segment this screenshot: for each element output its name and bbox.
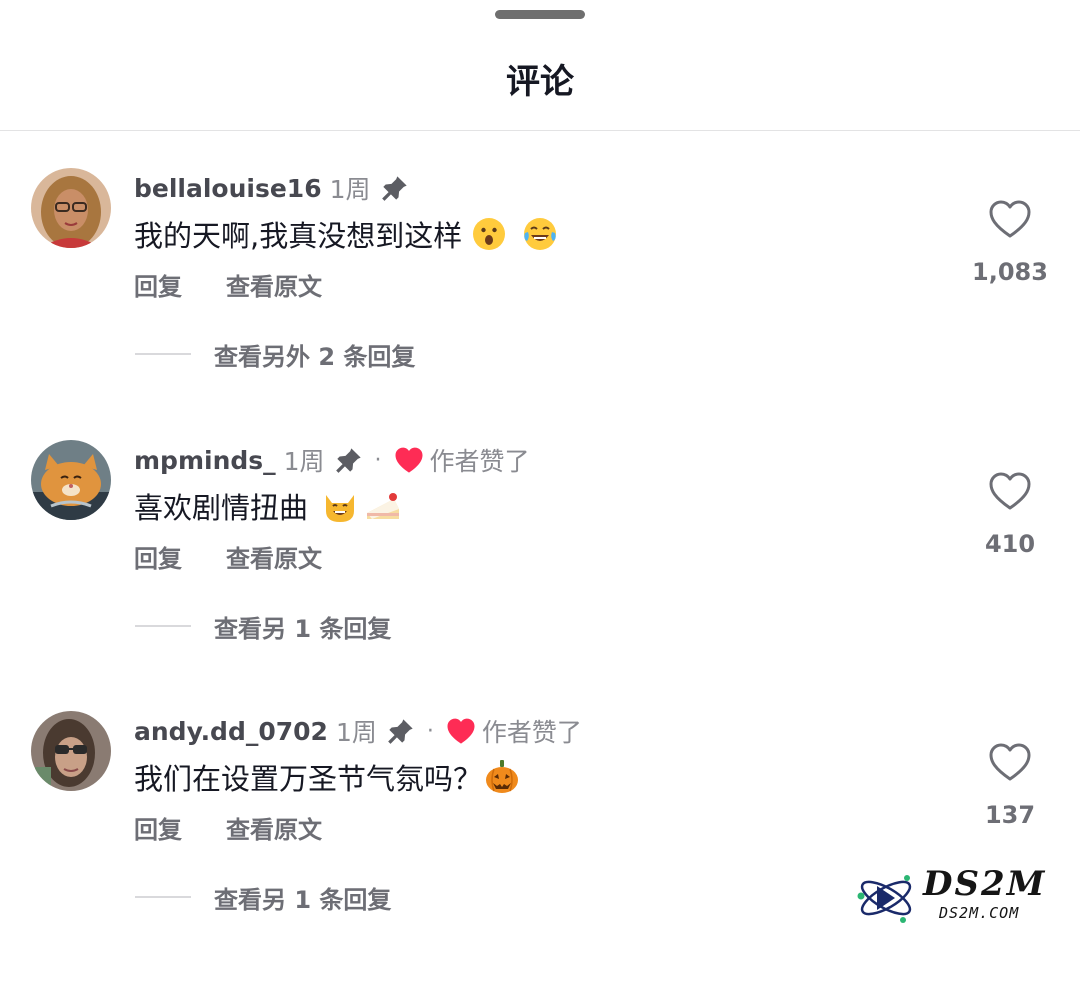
watermark-brand: DS2M	[923, 864, 1047, 904]
view-replies-label: 查看另 1 条回复	[214, 885, 392, 914]
comment-meta: andy.dd_0702 1周 · 作者赞了	[134, 711, 582, 751]
comment-actions: 回复 查看原文	[134, 536, 322, 576]
comment-text-row: 喜欢剧情扭曲	[134, 480, 402, 532]
tears-of-joy-emoji-icon	[522, 217, 558, 251]
username[interactable]: mpminds_	[134, 446, 276, 475]
creator-liked-heart-icon	[394, 447, 424, 474]
username[interactable]: bellalouise16	[134, 174, 322, 203]
comment-actions: 回复 查看原文	[134, 264, 322, 304]
grinning-cat-emoji-icon	[322, 489, 358, 523]
view-original-button[interactable]: 查看原文	[226, 539, 322, 574]
view-replies-button[interactable]: 查看另外 2 条回复	[135, 334, 415, 374]
comment-text: 喜欢剧情扭曲	[134, 491, 309, 525]
replies-divider	[135, 353, 191, 355]
comment-actions: 回复 查看原文	[134, 807, 322, 847]
view-original-button[interactable]: 查看原文	[226, 267, 322, 302]
like-count: 1,083	[972, 258, 1048, 286]
atom-logo-icon	[857, 875, 912, 923]
view-replies-label: 查看另外 2 条回复	[214, 342, 416, 371]
reply-button[interactable]: 回复	[134, 810, 182, 845]
like-area: 137	[960, 743, 1060, 829]
avatar[interactable]	[31, 440, 111, 520]
like-count: 410	[984, 530, 1036, 558]
comment-time: 1周	[329, 175, 371, 204]
username[interactable]: andy.dd_0702	[134, 717, 328, 746]
comment-text-row: 我的天啊,我真没想到这样	[134, 208, 558, 260]
watermark: DS2M DS2M.COM	[855, 864, 1070, 928]
creator-liked-label: 作者赞了	[429, 447, 530, 476]
meta-separator: ·	[374, 447, 382, 473]
comment-item: bellalouise16 1周 我的天啊,我真没想到这样 回复 查看原文 查看…	[0, 168, 1080, 438]
header-divider	[0, 130, 1080, 131]
shortcake-emoji-icon	[364, 489, 402, 523]
sheet-drag-handle[interactable]	[495, 10, 585, 19]
replies-divider	[135, 896, 191, 898]
pin-icon	[335, 446, 363, 474]
view-replies-label: 查看另 1 条回复	[214, 614, 392, 643]
sheet-title: 评论	[506, 62, 574, 102]
pin-icon	[387, 717, 415, 745]
watermark-domain: DS2M.COM	[939, 904, 1020, 922]
comment-item: andy.dd_0702 1周 · 作者赞了 我们在设置万圣节气氛吗？ 回复 查…	[0, 711, 1080, 981]
heart-outline-icon[interactable]	[988, 472, 1032, 512]
comment-text-row: 我们在设置万圣节气氛吗？	[134, 751, 520, 803]
creator-liked-label: 作者赞了	[481, 718, 582, 747]
reply-button[interactable]: 回复	[134, 267, 182, 302]
comment-text: 我们在设置万圣节气氛吗？	[134, 762, 483, 796]
meta-separator: ·	[426, 718, 434, 744]
comment-meta: bellalouise16 1周	[134, 168, 409, 208]
comment-time: 1周	[283, 447, 325, 476]
reply-button[interactable]: 回复	[134, 539, 182, 574]
heart-outline-icon[interactable]	[988, 200, 1032, 240]
avatar[interactable]	[31, 168, 111, 248]
view-replies-button[interactable]: 查看另 1 条回复	[135, 606, 391, 646]
heart-outline-icon[interactable]	[988, 743, 1032, 783]
view-original-button[interactable]: 查看原文	[226, 810, 322, 845]
avatar[interactable]	[31, 711, 111, 791]
like-area: 1,083	[960, 200, 1060, 286]
comment-time: 1周	[335, 718, 377, 747]
creator-liked-heart-icon	[446, 718, 476, 745]
jack-o-lantern-emoji-icon	[484, 759, 520, 795]
view-replies-button[interactable]: 查看另 1 条回复	[135, 877, 391, 917]
comment-text: 我的天啊,我真没想到这样	[134, 219, 463, 253]
replies-divider	[135, 625, 191, 627]
like-count: 137	[984, 801, 1036, 829]
comment-meta: mpminds_ 1周 · 作者赞了	[134, 440, 530, 480]
pin-icon	[381, 174, 409, 202]
comment-item: mpminds_ 1周 · 作者赞了 喜欢剧情扭曲 回复 查看原文 查看另 1 …	[0, 440, 1080, 710]
like-area: 410	[960, 472, 1060, 558]
surprised-face-emoji-icon	[472, 217, 506, 251]
